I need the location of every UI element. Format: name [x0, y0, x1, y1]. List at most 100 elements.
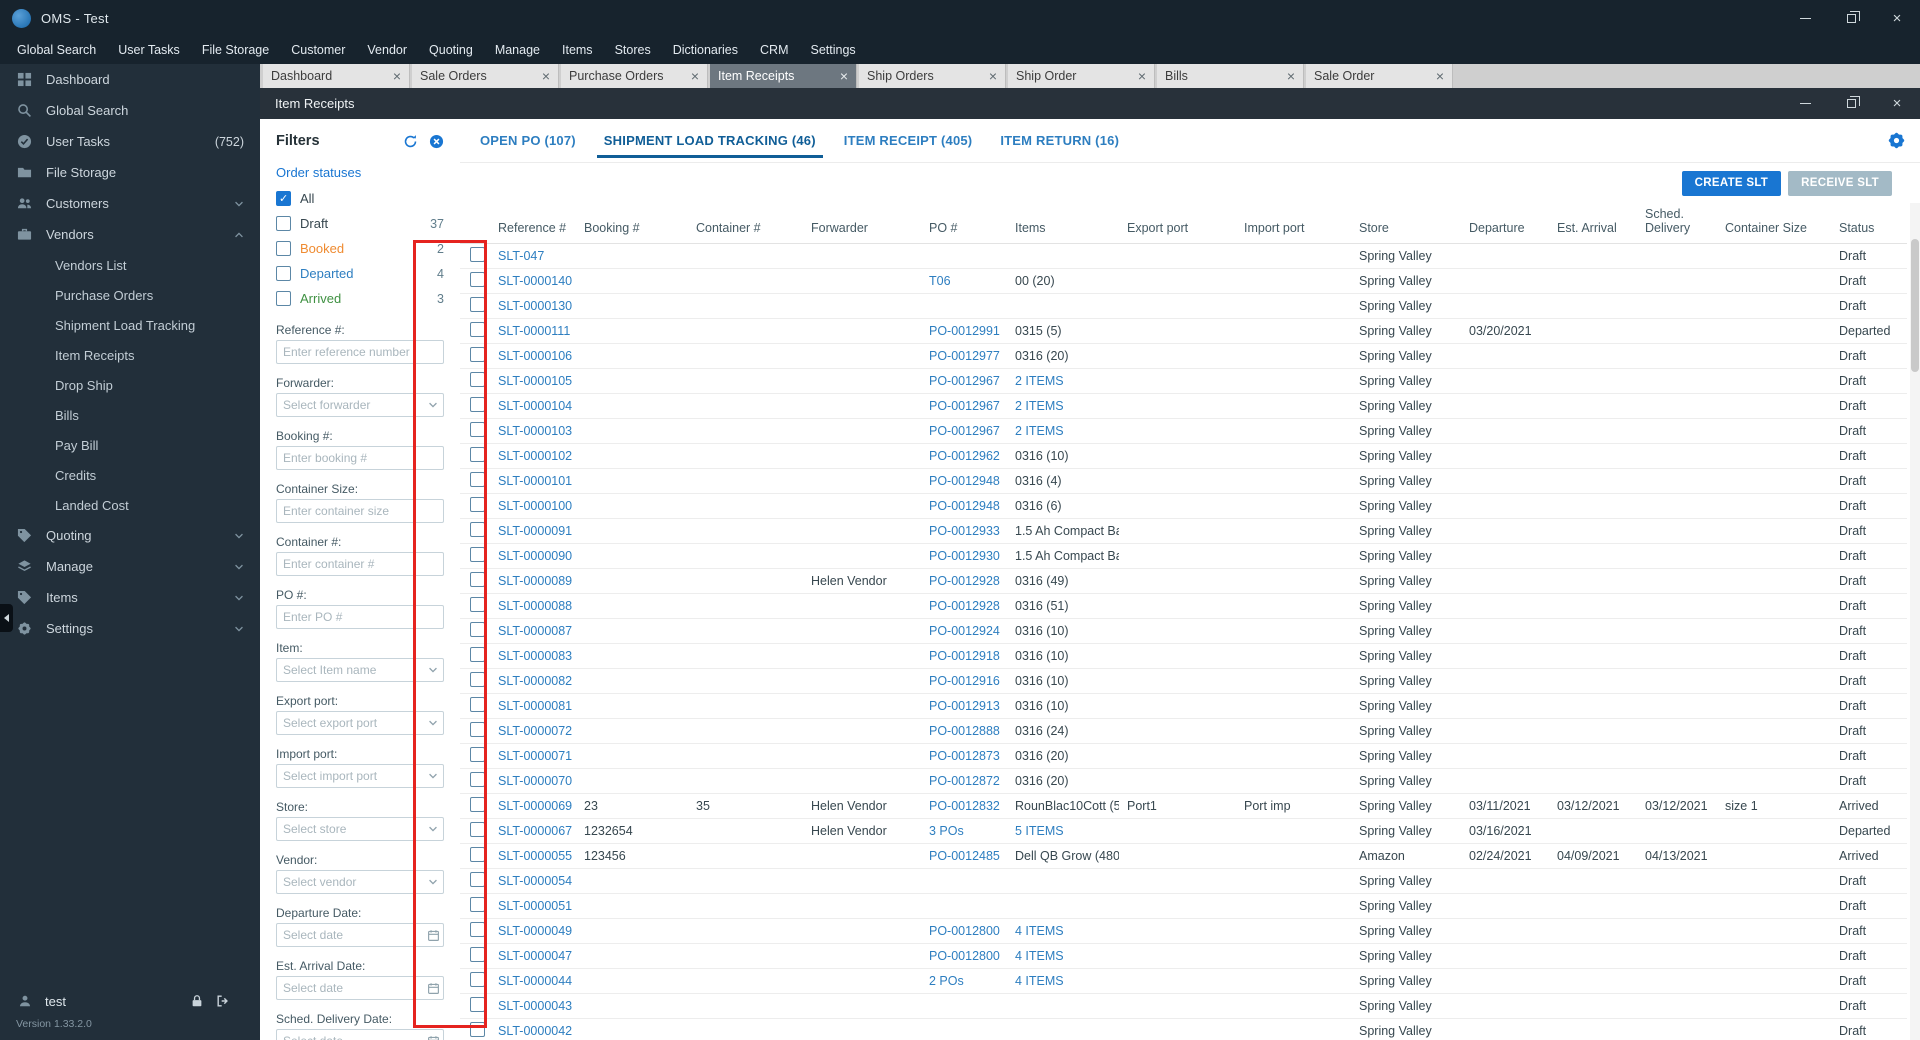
- menu-item-items[interactable]: Items: [551, 38, 604, 62]
- row-checkbox[interactable]: [470, 872, 485, 887]
- container-size-input[interactable]: [277, 500, 443, 522]
- sidebar-item-items[interactable]: Items: [0, 582, 260, 613]
- filter-checkbox-all[interactable]: [276, 191, 291, 206]
- menu-item-customer[interactable]: Customer: [280, 38, 356, 62]
- reference-link[interactable]: SLT-0000051: [498, 899, 572, 913]
- reference-link[interactable]: SLT-0000070: [498, 774, 572, 788]
- reference-link[interactable]: SLT-0000069: [498, 799, 572, 813]
- reference-link[interactable]: SLT-0000049: [498, 924, 572, 938]
- row-checkbox[interactable]: [470, 797, 485, 812]
- sidebar-item-quoting[interactable]: Quoting: [0, 520, 260, 551]
- reference-link[interactable]: SLT-0000054: [498, 874, 572, 888]
- po-link[interactable]: 3 POs: [929, 824, 964, 838]
- po-link[interactable]: PO-0012924: [929, 624, 1000, 638]
- create-slt-button[interactable]: CREATE SLT: [1681, 170, 1782, 196]
- po-link[interactable]: PO-0012913: [929, 699, 1000, 713]
- items-link[interactable]: 4 ITEMS: [1015, 974, 1064, 988]
- menu-item-file-storage[interactable]: File Storage: [191, 38, 280, 62]
- tab-purchase-orders[interactable]: Purchase Orders ×: [561, 64, 708, 88]
- col-header-export-port[interactable]: Export port: [1119, 203, 1236, 244]
- menu-item-dictionaries[interactable]: Dictionaries: [662, 38, 749, 62]
- reference-link[interactable]: SLT-0000089: [498, 574, 572, 588]
- filter-checkbox-booked[interactable]: [276, 241, 291, 256]
- sidebar-item-bills[interactable]: Bills: [0, 400, 260, 430]
- row-checkbox[interactable]: [470, 272, 485, 287]
- reference-link[interactable]: SLT-0000130: [498, 299, 572, 313]
- reference-link[interactable]: SLT-0000091: [498, 524, 572, 538]
- row-checkbox[interactable]: [470, 997, 485, 1012]
- col-header-status[interactable]: Status: [1831, 203, 1907, 244]
- reference-link[interactable]: SLT-047: [498, 249, 544, 263]
- po-link[interactable]: T06: [929, 274, 951, 288]
- tab-sale-order[interactable]: Sale Order ×: [1306, 64, 1453, 88]
- subtab-shipment-load-tracking-46[interactable]: SHIPMENT LOAD TRACKING (46): [590, 119, 830, 163]
- clear-filters-icon[interactable]: [429, 134, 444, 149]
- tab-ship-orders[interactable]: Ship Orders ×: [859, 64, 1006, 88]
- import-port-input[interactable]: [277, 765, 423, 787]
- sidebar-item-purchase-orders[interactable]: Purchase Orders: [0, 280, 260, 310]
- close-button[interactable]: ×: [1874, 0, 1920, 36]
- export-port-input[interactable]: [277, 712, 423, 734]
- po-link[interactable]: PO-0012873: [929, 749, 1000, 763]
- reference-link[interactable]: SLT-0000055: [498, 849, 572, 863]
- sidebar-item-file-storage[interactable]: File Storage: [0, 157, 260, 188]
- reference-link[interactable]: SLT-0000044: [498, 974, 572, 988]
- scrollbar-thumb[interactable]: [1911, 239, 1919, 372]
- col-header-container-size[interactable]: Container Size: [1717, 203, 1831, 244]
- row-checkbox[interactable]: [470, 947, 485, 962]
- sidebar-item-settings[interactable]: Settings: [0, 613, 260, 644]
- forwarder-input[interactable]: [277, 394, 423, 416]
- row-checkbox[interactable]: [470, 597, 485, 612]
- receive-slt-button[interactable]: RECEIVE SLT: [1788, 170, 1892, 196]
- sidebar-item-customers[interactable]: Customers: [0, 188, 260, 219]
- po-link[interactable]: PO-0012928: [929, 574, 1000, 588]
- reference-link[interactable]: SLT-0000100: [498, 499, 572, 513]
- menu-item-user-tasks[interactable]: User Tasks: [107, 38, 191, 62]
- restore-button[interactable]: [1828, 0, 1874, 36]
- col-header-items[interactable]: Items: [1007, 203, 1119, 244]
- menu-item-stores[interactable]: Stores: [604, 38, 662, 62]
- reference-input[interactable]: [277, 341, 443, 363]
- filter-checkbox-draft[interactable]: [276, 216, 291, 231]
- row-checkbox[interactable]: [470, 497, 485, 512]
- row-checkbox[interactable]: [470, 897, 485, 912]
- table-scrollbar[interactable]: [1910, 203, 1920, 1040]
- tab-dashboard[interactable]: Dashboard ×: [263, 64, 410, 88]
- po-link[interactable]: PO-0012948: [929, 499, 1000, 513]
- col-header-reference[interactable]: Reference #: [490, 203, 576, 244]
- tab-sale-orders[interactable]: Sale Orders ×: [412, 64, 559, 88]
- row-checkbox[interactable]: [470, 372, 485, 387]
- sidebar-item-landed-cost[interactable]: Landed Cost: [0, 490, 260, 520]
- inner-minimize-button[interactable]: [1782, 88, 1828, 119]
- row-checkbox[interactable]: [470, 647, 485, 662]
- row-checkbox[interactable]: [470, 697, 485, 712]
- sidebar-item-credits[interactable]: Credits: [0, 460, 260, 490]
- row-checkbox[interactable]: [470, 297, 485, 312]
- row-checkbox[interactable]: [470, 772, 485, 787]
- tab-item-receipts[interactable]: Item Receipts ×: [710, 64, 857, 88]
- reference-link[interactable]: SLT-0000043: [498, 999, 572, 1013]
- minimize-button[interactable]: [1782, 0, 1828, 36]
- reference-link[interactable]: SLT-0000106: [498, 349, 572, 363]
- row-checkbox[interactable]: [470, 447, 485, 462]
- reference-link[interactable]: SLT-0000103: [498, 424, 572, 438]
- col-header-forwarder[interactable]: Forwarder: [803, 203, 921, 244]
- reference-link[interactable]: SLT-0000047: [498, 949, 572, 963]
- po-link[interactable]: PO-0012967: [929, 374, 1000, 388]
- items-link[interactable]: 2 ITEMS: [1015, 374, 1064, 388]
- row-checkbox[interactable]: [470, 572, 485, 587]
- logout-icon[interactable]: [216, 994, 230, 1008]
- tab-close-icon[interactable]: ×: [393, 68, 401, 84]
- refresh-filters-icon[interactable]: [403, 134, 418, 149]
- po-link[interactable]: PO-0012800: [929, 949, 1000, 963]
- container-input[interactable]: [277, 553, 443, 575]
- sidebar-item-drop-ship[interactable]: Drop Ship: [0, 370, 260, 400]
- po-link[interactable]: PO-0012485: [929, 849, 1000, 863]
- row-checkbox[interactable]: [470, 522, 485, 537]
- tab-bills[interactable]: Bills ×: [1157, 64, 1304, 88]
- inner-close-button[interactable]: ×: [1874, 88, 1920, 119]
- tab-close-icon[interactable]: ×: [542, 68, 550, 84]
- vendor-input[interactable]: [277, 871, 423, 893]
- tab-close-icon[interactable]: ×: [1138, 68, 1146, 84]
- reference-link[interactable]: SLT-0000081: [498, 699, 572, 713]
